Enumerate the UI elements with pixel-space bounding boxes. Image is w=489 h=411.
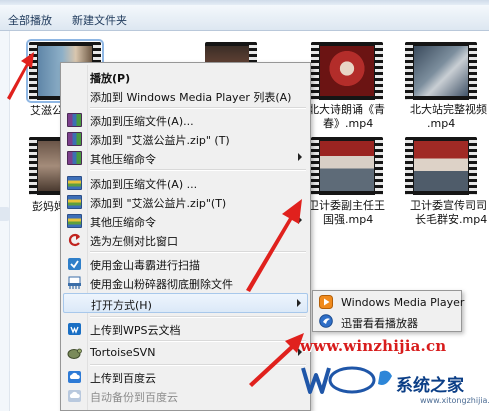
winrar-icon bbox=[67, 151, 82, 165]
menu-item-other-compress-2[interactable]: 其他压缩命令 bbox=[63, 211, 308, 231]
menu-item-add-to-archive[interactable]: 添加到压缩文件(A)... bbox=[63, 110, 308, 130]
file-name[interactable]: 艾滋公 bbox=[30, 104, 63, 118]
video-thumbnail[interactable] bbox=[311, 137, 383, 195]
menu-item-tortoisesvn[interactable]: TortoiseSVN bbox=[63, 343, 308, 363]
menu-separator bbox=[90, 107, 306, 109]
winrar-icon bbox=[67, 132, 82, 146]
file-name[interactable]: 北大站完整视频 bbox=[410, 103, 487, 117]
file-name[interactable]: 卫计委宣传司司 bbox=[410, 199, 487, 213]
submenu-arrow-icon bbox=[298, 216, 302, 224]
file-name[interactable]: .mp4 bbox=[427, 117, 455, 131]
watermark-url: www.winzhijia.cn bbox=[300, 337, 447, 355]
file-shredder-icon bbox=[67, 276, 82, 290]
menu-item-auto-backup-baidu[interactable]: 自动备份到百度云 bbox=[63, 386, 308, 406]
watermark-site-name: 系统之家 bbox=[396, 376, 464, 396]
navigation-pane[interactable] bbox=[0, 31, 10, 411]
menu-item-label: 添加到压缩文件(A)... bbox=[90, 115, 194, 128]
submenu-item-label: Windows Media Player bbox=[341, 296, 465, 309]
file-name[interactable]: 北大诗朗诵《青 bbox=[308, 103, 385, 117]
menu-item-label: 其他压缩命令 bbox=[90, 216, 156, 229]
file-name[interactable]: 国强.mp4 bbox=[323, 213, 373, 227]
menu-item-label: TortoiseSVN bbox=[90, 346, 156, 359]
open-with-submenu: Windows Media Player 迅雷看看播放器 bbox=[312, 290, 464, 332]
context-menu: 播放(P) 添加到 Windows Media Player 列表(A) 添加到… bbox=[60, 62, 311, 411]
menu-item-label: 使用金山粉碎器彻底删除文件 bbox=[90, 278, 233, 291]
menu-item-label: 其他压缩命令 bbox=[90, 153, 156, 166]
file-name[interactable]: 长毛群安.mp4 bbox=[415, 213, 487, 227]
submenu-item-wmp[interactable]: Windows Media Player bbox=[315, 293, 464, 312]
menu-separator bbox=[90, 316, 306, 318]
menu-item-add-to-zip-2[interactable]: 添加到 "艾滋公益片.zip"(T) bbox=[63, 192, 308, 212]
menu-item-other-compress[interactable]: 其他压缩命令 bbox=[63, 148, 308, 168]
tortoisesvn-icon bbox=[67, 346, 82, 360]
menu-separator bbox=[90, 251, 306, 253]
menu-separator bbox=[90, 340, 306, 342]
menu-item-label: 添加到 "艾滋公益片.zip" (T) bbox=[90, 134, 230, 147]
menu-item-label: 上传到百度云 bbox=[90, 372, 156, 385]
play-all-button[interactable]: 全部播放 bbox=[8, 12, 52, 28]
watermark-logo-icon bbox=[301, 366, 392, 394]
file-name[interactable]: 卫计委副主任王 bbox=[308, 199, 385, 213]
menu-item-upload-wps[interactable]: 上传到WPS云文档 bbox=[63, 319, 308, 339]
menu-item-add-to-archive-2[interactable]: 添加到压缩文件(A) ... bbox=[63, 173, 308, 193]
menu-item-open-with[interactable]: 打开方式(H) bbox=[63, 293, 308, 313]
submenu-arrow-icon bbox=[297, 299, 301, 307]
video-thumbnail[interactable] bbox=[311, 42, 383, 100]
menu-item-label: 选为左侧对比窗口 bbox=[90, 235, 178, 248]
explorer-window: 全部播放 新建文件夹 艾滋公 北大诗朗诵《青 春》.mp4 北大站完整视频 .m… bbox=[0, 0, 489, 411]
video-thumbnail[interactable] bbox=[405, 137, 477, 195]
menu-item-label: 上传到WPS云文档 bbox=[90, 324, 181, 337]
archive-icon bbox=[67, 195, 82, 209]
menu-item-add-to-zip[interactable]: 添加到 "艾滋公益片.zip" (T) bbox=[63, 129, 308, 149]
video-thumbnail[interactable] bbox=[405, 42, 477, 100]
menu-item-label: 自动备份到百度云 bbox=[90, 391, 178, 404]
baidu-cloud-icon bbox=[67, 370, 82, 384]
menu-item-play[interactable]: 播放(P) bbox=[63, 67, 308, 87]
explorer-toolbar: 全部播放 新建文件夹 bbox=[0, 5, 489, 31]
archive-icon bbox=[67, 214, 82, 228]
windows-media-player-icon bbox=[319, 295, 333, 309]
watermark-sub-url: www.xitongzhijia.net bbox=[420, 396, 489, 405]
antivirus-shield-icon bbox=[67, 257, 82, 271]
menu-item-label: 添加到 Windows Media Player 列表(A) bbox=[90, 91, 292, 104]
menu-item-label: 添加到 "艾滋公益片.zip"(T) bbox=[90, 197, 227, 210]
menu-item-jinshan-shred[interactable]: 使用金山粉碎器彻底删除文件 bbox=[63, 273, 308, 293]
winrar-icon bbox=[67, 113, 82, 127]
menu-separator bbox=[90, 364, 306, 366]
compare-arrow-icon bbox=[67, 233, 82, 247]
nav-pane-item[interactable] bbox=[0, 207, 10, 221]
baidu-backup-icon bbox=[67, 389, 82, 403]
menu-item-compare-left[interactable]: 选为左侧对比窗口 bbox=[63, 230, 308, 250]
submenu-item-label: 迅雷看看播放器 bbox=[341, 317, 418, 330]
submenu-item-xunlei-player[interactable]: 迅雷看看播放器 bbox=[315, 312, 459, 331]
menu-item-upload-baidu[interactable]: 上传到百度云 bbox=[63, 367, 308, 387]
menu-item-jinshan-scan[interactable]: 使用金山毒霸进行扫描 bbox=[63, 254, 308, 274]
new-folder-button[interactable]: 新建文件夹 bbox=[72, 12, 127, 28]
submenu-arrow-icon bbox=[298, 153, 302, 161]
archive-icon bbox=[67, 176, 82, 190]
wps-cloud-icon bbox=[67, 322, 82, 336]
xunlei-player-icon bbox=[319, 314, 333, 328]
menu-item-label: 使用金山毒霸进行扫描 bbox=[90, 259, 200, 272]
menu-separator bbox=[90, 169, 306, 171]
file-name[interactable]: 春》.mp4 bbox=[323, 117, 373, 131]
menu-item-label: 打开方式(H) bbox=[91, 299, 152, 312]
menu-item-label: 添加到压缩文件(A) ... bbox=[90, 178, 198, 191]
menu-item-add-to-wmp-list[interactable]: 添加到 Windows Media Player 列表(A) bbox=[63, 86, 308, 106]
menu-item-label: 播放(P) bbox=[90, 72, 131, 85]
